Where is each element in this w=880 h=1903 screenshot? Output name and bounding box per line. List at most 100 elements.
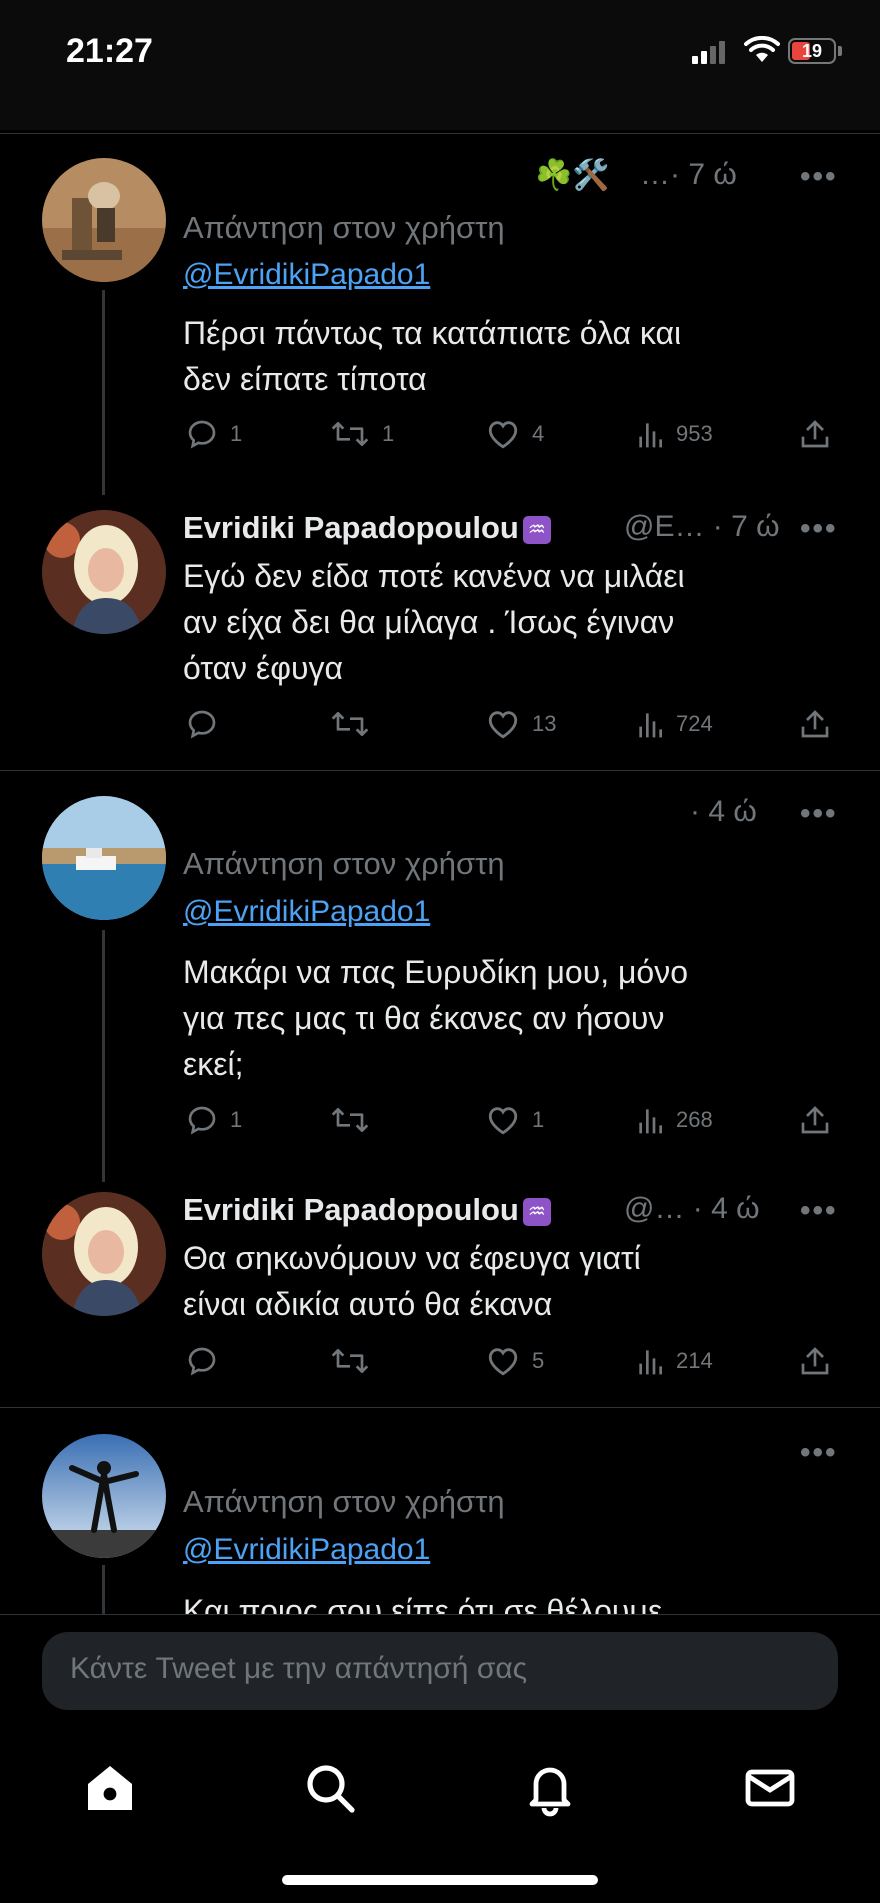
tweet-5-text: Και ποιος σου είπε ότι σε θέλουμε bbox=[183, 1588, 662, 1614]
nav-home[interactable] bbox=[80, 1758, 140, 1818]
retweet-count: 1 bbox=[382, 421, 395, 446]
tweet-text-line: δεν είπατε τίποτα bbox=[183, 361, 427, 397]
mention-link[interactable]: @EvridikiPapado1 bbox=[183, 1533, 430, 1567]
reply-icon bbox=[188, 710, 216, 739]
share-button[interactable] bbox=[800, 418, 830, 450]
home-icon bbox=[88, 1766, 132, 1810]
like-count: 13 bbox=[532, 711, 557, 736]
retweet-icon bbox=[331, 1349, 369, 1373]
reply-to-label: Απάντηση στον χρήστη bbox=[183, 1484, 505, 1519]
home-indicator[interactable] bbox=[282, 1875, 598, 1885]
like-button[interactable]: 5 bbox=[486, 1345, 544, 1377]
views-icon bbox=[639, 1109, 662, 1134]
retweet-button[interactable]: 1 bbox=[330, 418, 394, 450]
more-icon[interactable]: ••• bbox=[800, 797, 838, 831]
reply-count: 1 bbox=[230, 1107, 243, 1132]
tweet-text-line: Πέρσι πάντως τα κατάπιατε όλα και bbox=[183, 315, 682, 351]
retweet-icon bbox=[331, 422, 369, 446]
tweet-5-clip: Και ποιος σου είπε ότι σε θέλουμε bbox=[0, 1580, 880, 1614]
views-button[interactable]: 724 bbox=[636, 708, 713, 740]
share-button[interactable] bbox=[800, 1104, 830, 1136]
reply-button[interactable] bbox=[186, 1345, 218, 1377]
reply-button[interactable]: 1 bbox=[186, 1104, 242, 1136]
tweet-4-text: Θα σηκωνόμουν να έφευγα γιατί είναι αδικ… bbox=[183, 1235, 641, 1327]
handle-time: @… · 4 ώ bbox=[624, 1192, 760, 1225]
heart-icon bbox=[488, 711, 518, 739]
status-bar: 21:27 19 bbox=[0, 0, 880, 130]
tweet-text-line: Εγώ δεν είδα ποτέ κανένα να μιλάει bbox=[183, 558, 685, 594]
tweet-text-line: Θα σηκωνόμουν να έφευγα γιατί bbox=[183, 1240, 641, 1276]
views-icon bbox=[639, 1350, 662, 1375]
avatar[interactable] bbox=[42, 1192, 166, 1316]
composer-placeholder: Κάντε Tweet με την απάντησή σας bbox=[70, 1652, 528, 1685]
like-button[interactable]: 4 bbox=[486, 418, 544, 450]
tweet-3-text: Μακάρι να πας Ευρυδίκη μου, μόνο για πες… bbox=[183, 949, 688, 1087]
wifi-icon bbox=[744, 36, 780, 62]
reply-composer[interactable]: Κάντε Tweet με την απάντησή σας bbox=[42, 1632, 838, 1710]
tweet-text-line: για πες μας τι θα έκανες αν ήσουν bbox=[183, 1000, 665, 1036]
nav-messages[interactable] bbox=[740, 1758, 800, 1818]
share-icon bbox=[801, 420, 829, 448]
views-button[interactable]: 214 bbox=[636, 1345, 713, 1377]
tweet-divider bbox=[0, 770, 880, 771]
share-icon bbox=[801, 1106, 829, 1134]
reply-to-label: Απάντηση στον χρήστη bbox=[183, 846, 505, 881]
reply-button[interactable] bbox=[186, 708, 218, 740]
tweet-1-time: …· 7 ώ bbox=[640, 158, 737, 191]
signal-icon bbox=[692, 40, 732, 64]
share-icon bbox=[801, 1347, 829, 1375]
nav-search[interactable] bbox=[300, 1758, 360, 1818]
heart-icon bbox=[488, 1107, 518, 1135]
avatar[interactable] bbox=[42, 510, 166, 634]
author-name[interactable]: Evridiki Papadopoulou ♒ bbox=[183, 510, 551, 546]
retweet-icon bbox=[331, 1108, 369, 1132]
avatar[interactable] bbox=[42, 796, 166, 920]
tweet-text-line: εκεί; bbox=[183, 1046, 244, 1082]
heart-icon bbox=[488, 1348, 518, 1376]
battery-level: 19 bbox=[801, 41, 823, 61]
views-icon bbox=[639, 423, 662, 448]
tweet-divider bbox=[0, 1407, 880, 1408]
like-count: 4 bbox=[532, 421, 545, 446]
retweet-button[interactable] bbox=[330, 708, 370, 740]
like-count: 1 bbox=[532, 1107, 545, 1132]
author-name[interactable]: Evridiki Papadopoulou ♒ bbox=[183, 1192, 551, 1228]
like-button[interactable]: 1 bbox=[486, 1104, 544, 1136]
more-icon[interactable]: ••• bbox=[800, 512, 838, 546]
search-icon bbox=[307, 1765, 355, 1813]
views-count: 953 bbox=[676, 421, 713, 446]
tweet-text-line: όταν έφυγα bbox=[183, 650, 343, 686]
more-icon[interactable]: ••• bbox=[800, 1436, 838, 1470]
retweet-button[interactable] bbox=[330, 1104, 370, 1136]
tweet-1-emojis: ☘️🛠️ bbox=[535, 159, 610, 192]
heart-icon bbox=[488, 421, 518, 449]
messages-icon bbox=[745, 1769, 795, 1807]
reply-button[interactable]: 1 bbox=[186, 418, 242, 450]
more-icon[interactable]: ••• bbox=[800, 1194, 838, 1228]
like-count: 5 bbox=[532, 1348, 545, 1373]
more-icon[interactable]: ••• bbox=[800, 160, 838, 194]
views-count: 214 bbox=[676, 1348, 713, 1373]
tweet-text-line: αν είχα δει θα μίλαγα . Ίσως έγιναν bbox=[183, 604, 675, 640]
avatar[interactable] bbox=[42, 1434, 166, 1558]
views-count: 724 bbox=[676, 711, 713, 736]
views-count: 268 bbox=[676, 1107, 713, 1132]
share-button[interactable] bbox=[800, 708, 830, 740]
like-button[interactable]: 13 bbox=[486, 708, 556, 740]
views-button[interactable]: 268 bbox=[636, 1104, 713, 1136]
views-button[interactable]: 953 bbox=[636, 418, 713, 450]
tweet-text-line: Μακάρι να πας Ευρυδίκη μου, μόνο bbox=[183, 954, 688, 990]
views-icon bbox=[639, 713, 662, 738]
share-button[interactable] bbox=[800, 1345, 830, 1377]
mention-link[interactable]: @EvridikiPapado1 bbox=[183, 258, 430, 292]
tweet-1-text: Πέρσι πάντως τα κατάπιατε όλα και δεν εί… bbox=[183, 310, 681, 402]
tweet-text-line: Και ποιος σου είπε ότι σε θέλουμε bbox=[183, 1593, 663, 1614]
reply-count: 1 bbox=[230, 421, 243, 446]
nav-notifications[interactable] bbox=[520, 1758, 580, 1818]
aquarius-icon: ♒ bbox=[522, 516, 551, 544]
reply-icon bbox=[188, 1106, 216, 1135]
avatar[interactable] bbox=[42, 158, 166, 282]
retweet-button[interactable] bbox=[330, 1345, 370, 1377]
mention-link[interactable]: @EvridikiPapado1 bbox=[183, 895, 430, 929]
handle-time: @E… · 7 ώ bbox=[624, 510, 780, 543]
